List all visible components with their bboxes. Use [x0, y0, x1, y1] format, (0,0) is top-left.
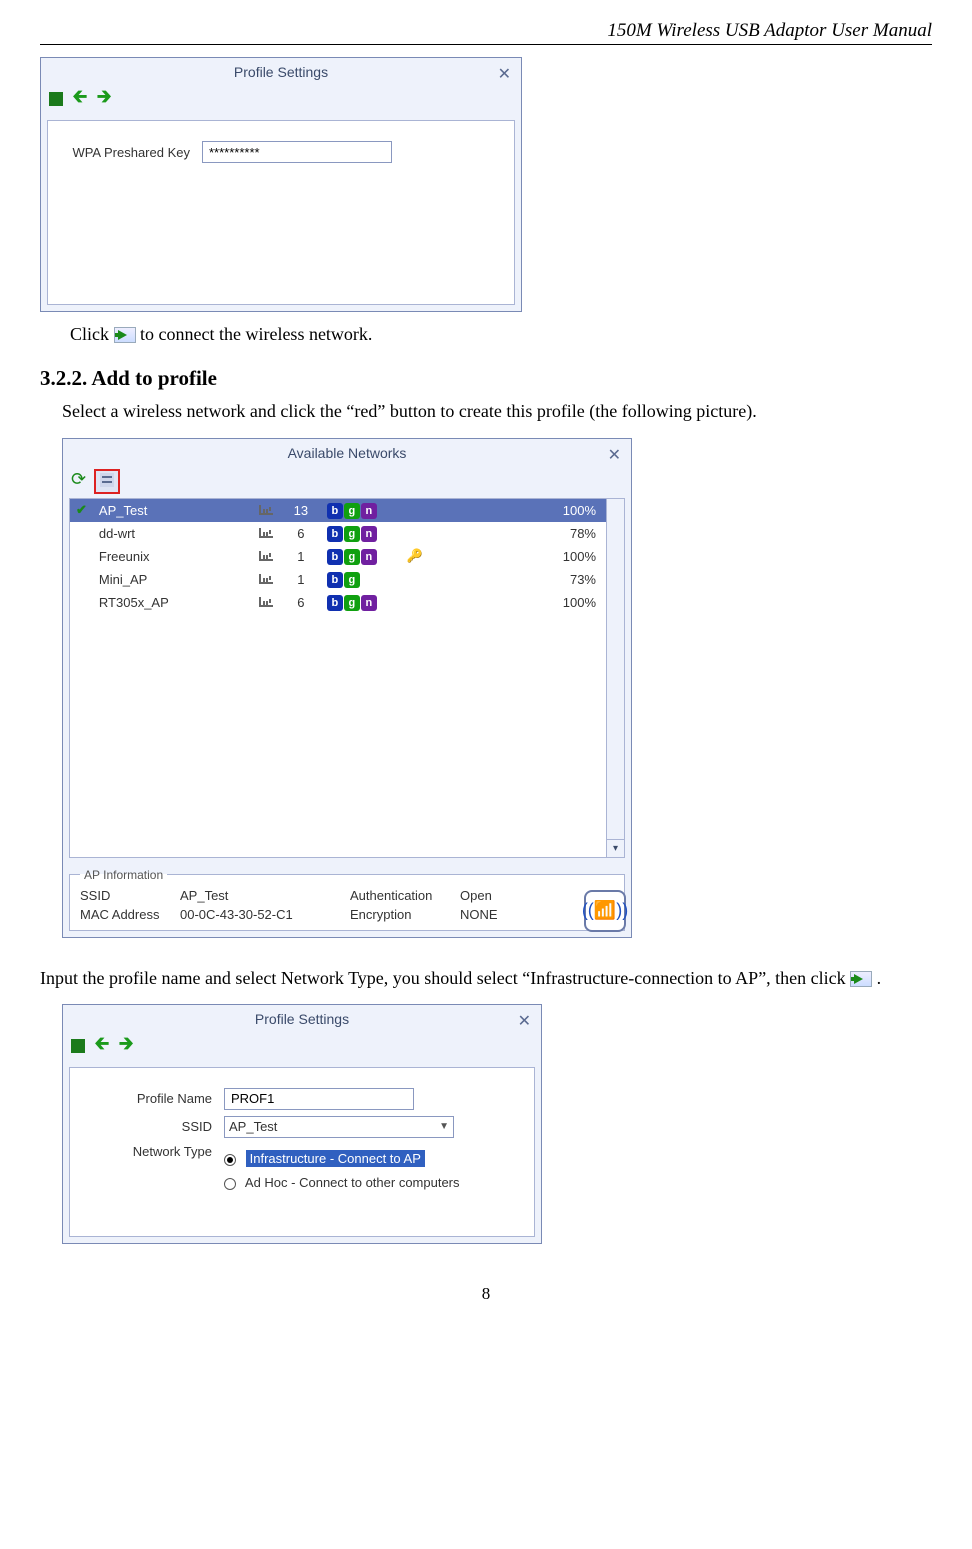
list-icon — [100, 473, 114, 487]
mode-n-icon: n — [361, 526, 377, 542]
add-to-profile-button[interactable] — [94, 469, 120, 494]
radio-adhoc[interactable]: Ad Hoc - Connect to other computers — [224, 1175, 460, 1190]
antenna-icon — [259, 505, 273, 515]
radio-icon — [224, 1154, 236, 1166]
network-row[interactable]: RT305x_AP 6bgn 100% — [70, 591, 624, 614]
network-list: ✔AP_Test13bgn100%dd-wrt6bgn78%Freeunix1b… — [69, 498, 625, 858]
ssid-cell: Mini_AP — [93, 568, 253, 591]
back-arrow-icon[interactable]: 🡰 — [95, 1033, 110, 1053]
mode-g-icon: g — [344, 572, 360, 588]
close-icon[interactable]: ✕ — [608, 445, 621, 465]
radio-icon — [224, 1178, 236, 1190]
profile-name-input[interactable] — [224, 1088, 414, 1110]
instruction-text-1: Click to connect the wireless network. — [40, 322, 932, 346]
ssid-value: AP_Test — [180, 888, 350, 903]
text-frag: . — [877, 968, 882, 988]
wpa-key-label: WPA Preshared Key — [62, 145, 202, 160]
ap-info-legend: AP Information — [80, 868, 167, 882]
dialog-toolbar: 🡰 🡲 — [41, 82, 521, 120]
profile-name-label: Profile Name — [84, 1091, 224, 1106]
channel-cell: 6 — [281, 591, 321, 614]
text-frag: Click — [70, 324, 114, 344]
profile-settings-dialog-2: Profile Settings ✕ 🡰 🡲 Profile Name SSID… — [62, 1004, 542, 1244]
signal-cell: 78% — [429, 522, 624, 545]
ssid-cell: dd-wrt — [93, 522, 253, 545]
profile-settings-dialog-1: Profile Settings ✕ 🡰 🡲 WPA Preshared Key — [40, 57, 522, 312]
close-icon[interactable]: ✕ — [498, 64, 511, 84]
dialog-title: Profile Settings — [63, 1005, 541, 1029]
check-icon: ✔ — [76, 502, 87, 517]
mode-n-icon: n — [361, 595, 377, 611]
mac-value: 00-0C-43-30-52-C1 — [180, 907, 350, 922]
mode-b-icon: b — [327, 549, 343, 565]
section-heading: 3.2.2. Add to profile — [40, 366, 932, 391]
mode-b-icon: b — [327, 595, 343, 611]
instruction-text-3: Input the profile name and select Networ… — [40, 966, 932, 990]
forward-arrow-icon[interactable]: 🡲 — [119, 1033, 134, 1053]
available-networks-dialog: Available Networks ✕ ⟳ ✔AP_Test13bgn100%… — [62, 438, 632, 938]
instruction-text-2: Select a wireless network and click the … — [40, 399, 932, 423]
mode-b-icon: b — [327, 503, 343, 519]
scrollbar[interactable]: ▾ — [606, 499, 624, 857]
channel-cell: 6 — [281, 522, 321, 545]
forward-arrow-icon[interactable]: 🡲 — [97, 86, 112, 106]
ssid-label: SSID — [80, 888, 180, 903]
radio-label: Infrastructure - Connect to AP — [246, 1150, 425, 1167]
mode-g-icon: g — [344, 526, 360, 542]
network-row[interactable]: Freeunix 1bgn 🔑 100% — [70, 545, 624, 568]
ssid-cell: RT305x_AP — [93, 591, 253, 614]
radio-label: Ad Hoc - Connect to other computers — [245, 1175, 460, 1190]
signal-cell: 73% — [429, 568, 624, 591]
mode-n-icon: n — [361, 549, 377, 565]
signal-cell: 100% — [429, 545, 624, 568]
mac-label: MAC Address — [80, 907, 180, 922]
forward-arrow-icon — [114, 327, 136, 343]
stop-icon[interactable] — [49, 92, 63, 106]
text-frag: Input the profile name and select Networ… — [40, 968, 850, 988]
signal-icon: ((📶)) — [584, 890, 626, 932]
network-type-label: Network Type — [84, 1144, 224, 1159]
radio-infrastructure[interactable]: Infrastructure - Connect to AP — [224, 1144, 460, 1167]
antenna-icon — [259, 597, 273, 607]
page-header: 150M Wireless USB Adaptor User Manual — [40, 20, 932, 45]
back-arrow-icon[interactable]: 🡰 — [73, 86, 88, 106]
channel-cell: 1 — [281, 568, 321, 591]
ssid-label: SSID — [84, 1119, 224, 1134]
mode-g-icon: g — [344, 549, 360, 565]
dialog-title: Profile Settings — [41, 58, 521, 82]
mode-g-icon: g — [344, 595, 360, 611]
auth-label: Authentication — [350, 888, 460, 903]
page-number: 8 — [40, 1284, 932, 1304]
ssid-cell: AP_Test — [93, 499, 253, 522]
mode-n-icon: n — [361, 503, 377, 519]
close-icon[interactable]: ✕ — [518, 1011, 531, 1031]
ssid-dropdown[interactable]: AP_Test ▼ — [224, 1116, 454, 1138]
mode-g-icon: g — [344, 503, 360, 519]
ap-information-panel: AP Information SSID AP_Test Authenticati… — [69, 868, 625, 931]
channel-cell: 1 — [281, 545, 321, 568]
signal-cell: 100% — [429, 499, 624, 522]
text-frag: to connect the wireless network. — [140, 324, 372, 344]
dialog-title: Available Networks — [63, 439, 631, 463]
wpa-key-input[interactable] — [202, 141, 392, 163]
network-row[interactable]: ✔ AP_Test 13 bgn 100% — [70, 499, 624, 522]
antenna-icon — [259, 551, 273, 561]
stop-icon[interactable] — [71, 1039, 85, 1053]
antenna-icon — [259, 574, 273, 584]
channel-cell: 13 — [281, 499, 321, 522]
ssid-value: AP_Test — [229, 1119, 277, 1134]
network-row[interactable]: dd-wrt 6bgn 78% — [70, 522, 624, 545]
scroll-down-icon[interactable]: ▾ — [607, 839, 624, 857]
ssid-cell: Freeunix — [93, 545, 253, 568]
forward-arrow-icon — [850, 971, 872, 987]
mode-b-icon: b — [327, 572, 343, 588]
mode-b-icon: b — [327, 526, 343, 542]
signal-cell: 100% — [429, 591, 624, 614]
refresh-icon[interactable]: ⟳ — [71, 469, 86, 490]
enc-label: Encryption — [350, 907, 460, 922]
lock-icon: 🔑 — [407, 548, 423, 563]
antenna-icon — [259, 528, 273, 538]
network-row[interactable]: Mini_AP 1bg 73% — [70, 568, 624, 591]
chevron-down-icon: ▼ — [439, 1121, 449, 1132]
